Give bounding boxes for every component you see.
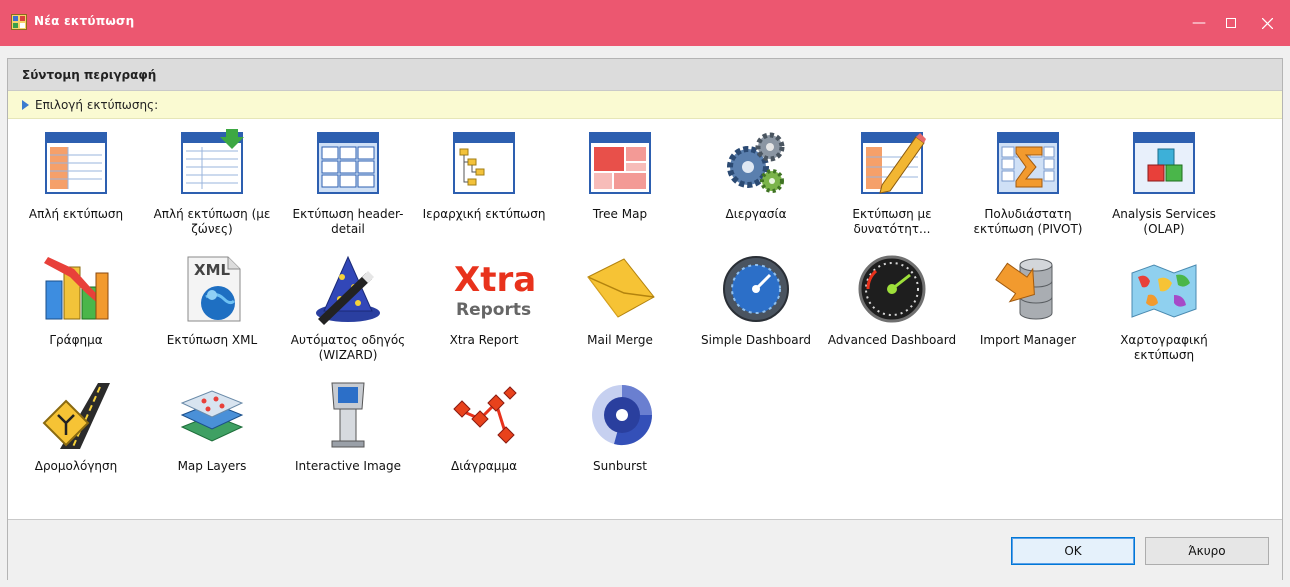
minimize-icon: — — [1192, 15, 1206, 31]
item-label: Γράφημα — [49, 333, 103, 347]
item-import-manager[interactable]: Import Manager — [960, 245, 1096, 371]
item-wizard[interactable]: Αυτόματος οδηγός (WIZARD) — [280, 245, 416, 371]
item-banded-print[interactable]: Απλή εκτύπωση (με ζώνες) — [144, 119, 280, 245]
item-label: Advanced Dashboard — [827, 333, 957, 347]
selection-label: Επιλογή εκτύπωσης: — [35, 98, 159, 112]
simple-print-icon — [45, 132, 107, 194]
item-xml-print[interactable]: XML Εκτύπωση XML — [144, 245, 280, 371]
header-detail-icon — [317, 132, 379, 194]
ok-button[interactable]: OK — [1011, 537, 1135, 565]
item-hierarchical-print[interactable]: Ιεραρχική εκτύπωση — [416, 119, 552, 245]
kiosk-icon — [331, 382, 365, 448]
item-label: Mail Merge — [587, 333, 653, 347]
item-label: Interactive Image — [294, 459, 402, 473]
print-type-grid: Απλή εκτύπωση Απλή εκτύπωση (με ζώνες) Ε… — [8, 119, 1282, 519]
item-map-layers[interactable]: Map Layers — [144, 371, 280, 497]
item-label: Εκτύπωση header-detail — [292, 207, 404, 236]
xtra-logo-top: Xtra — [454, 260, 534, 300]
item-label: Εκτύπωση με δυνατότητ... — [852, 207, 932, 236]
dialog-frame: Σύντομη περιγραφή Επιλογή εκτύπωσης: Απλ… — [7, 58, 1283, 580]
item-editable-print[interactable]: Εκτύπωση με δυνατότητ... — [824, 119, 960, 245]
item-label: Map Layers — [177, 459, 247, 473]
hierarchical-print-icon — [453, 132, 515, 194]
item-label: Διεργασία — [725, 207, 787, 221]
cancel-button[interactable]: Άκυρο — [1145, 537, 1269, 565]
database-import-icon — [995, 258, 1053, 320]
item-xtra-report[interactable]: Xtra Reports Xtra Report — [416, 245, 552, 371]
item-simple-dashboard[interactable]: Simple Dashboard — [688, 245, 824, 371]
item-olap[interactable]: Analysis Services (OLAP) — [1096, 119, 1232, 245]
pivot-icon — [997, 132, 1059, 194]
title-bar: Νέα εκτύπωση — — [0, 0, 1290, 46]
maximize-icon — [1226, 18, 1236, 28]
item-chart[interactable]: Γράφημα — [8, 245, 144, 371]
item-label: Import Manager — [979, 333, 1077, 347]
close-button[interactable] — [1244, 0, 1290, 46]
expand-arrow-icon[interactable] — [22, 100, 29, 110]
xml-badge: XML — [194, 261, 230, 279]
item-label: Πολυδιάστατη εκτύπωση (PIVOT) — [973, 207, 1083, 236]
wizard-hat-icon — [316, 255, 380, 325]
item-diagram[interactable]: Διάγραμμα — [416, 371, 552, 497]
item-advanced-dashboard[interactable]: Advanced Dashboard — [824, 245, 960, 371]
item-label: Δρομολόγηση — [34, 459, 118, 473]
map-layers-icon — [180, 390, 244, 442]
window-title: Νέα εκτύπωση — [34, 14, 135, 28]
item-label: Απλή εκτύπωση (με ζώνες) — [153, 207, 271, 236]
close-icon — [1261, 17, 1273, 29]
diagram-icon — [453, 386, 517, 444]
gears-icon — [727, 132, 785, 193]
item-label: Xtra Report — [449, 333, 519, 347]
item-label: Analysis Services (OLAP) — [1112, 207, 1216, 236]
item-label: Tree Map — [592, 207, 648, 221]
item-tree-map[interactable]: Tree Map — [552, 119, 688, 245]
tree-map-icon — [589, 132, 651, 194]
xtra-logo-bottom: Reports — [456, 300, 531, 320]
world-map-icon — [1131, 264, 1197, 318]
sunburst-icon — [592, 385, 653, 446]
routing-road-icon — [42, 383, 110, 450]
section-header: Σύντομη περιγραφή — [8, 59, 1282, 91]
item-label: Διάγραμμα — [451, 459, 517, 473]
item-label: Sunburst — [593, 459, 647, 473]
item-routing[interactable]: Δρομολόγηση — [8, 371, 144, 497]
item-label: Simple Dashboard — [701, 333, 811, 347]
xml-icon: XML — [187, 256, 241, 322]
speedometer-icon — [858, 255, 926, 323]
simple-gauge-icon — [723, 256, 789, 322]
envelope-icon — [587, 258, 655, 318]
chart-icon — [44, 257, 109, 320]
item-simple-print[interactable]: Απλή εκτύπωση — [8, 119, 144, 245]
xtra-reports-icon: Xtra Reports — [454, 260, 534, 320]
item-label: Απλή εκτύπωση — [28, 207, 124, 221]
editable-print-icon — [861, 132, 926, 194]
app-icon — [11, 14, 27, 30]
item-label: Εκτύπωση XML — [166, 333, 258, 347]
section-title: Σύντομη περιγραφή — [22, 68, 157, 82]
olap-cubes-icon — [1133, 132, 1195, 194]
item-label: Χαρτογραφική εκτύπωση — [1120, 333, 1208, 362]
item-interactive-image[interactable]: Interactive Image — [280, 371, 416, 497]
item-pivot[interactable]: Πολυδιάστατη εκτύπωση (PIVOT) — [960, 119, 1096, 245]
item-label: Αυτόματος οδηγός (WIZARD) — [290, 333, 406, 362]
item-label: Ιεραρχική εκτύπωση — [422, 207, 546, 221]
banded-print-icon — [181, 129, 244, 194]
item-map-print[interactable]: Χαρτογραφική εκτύπωση — [1096, 245, 1232, 371]
item-mail-merge[interactable]: Mail Merge — [552, 245, 688, 371]
selection-subheader[interactable]: Επιλογή εκτύπωσης: — [8, 91, 1282, 119]
item-process[interactable]: Διεργασία — [688, 119, 824, 245]
item-sunburst[interactable]: Sunburst — [552, 371, 688, 497]
item-header-detail[interactable]: Εκτύπωση header-detail — [280, 119, 416, 245]
dialog-footer: OK Άκυρο — [8, 519, 1282, 580]
